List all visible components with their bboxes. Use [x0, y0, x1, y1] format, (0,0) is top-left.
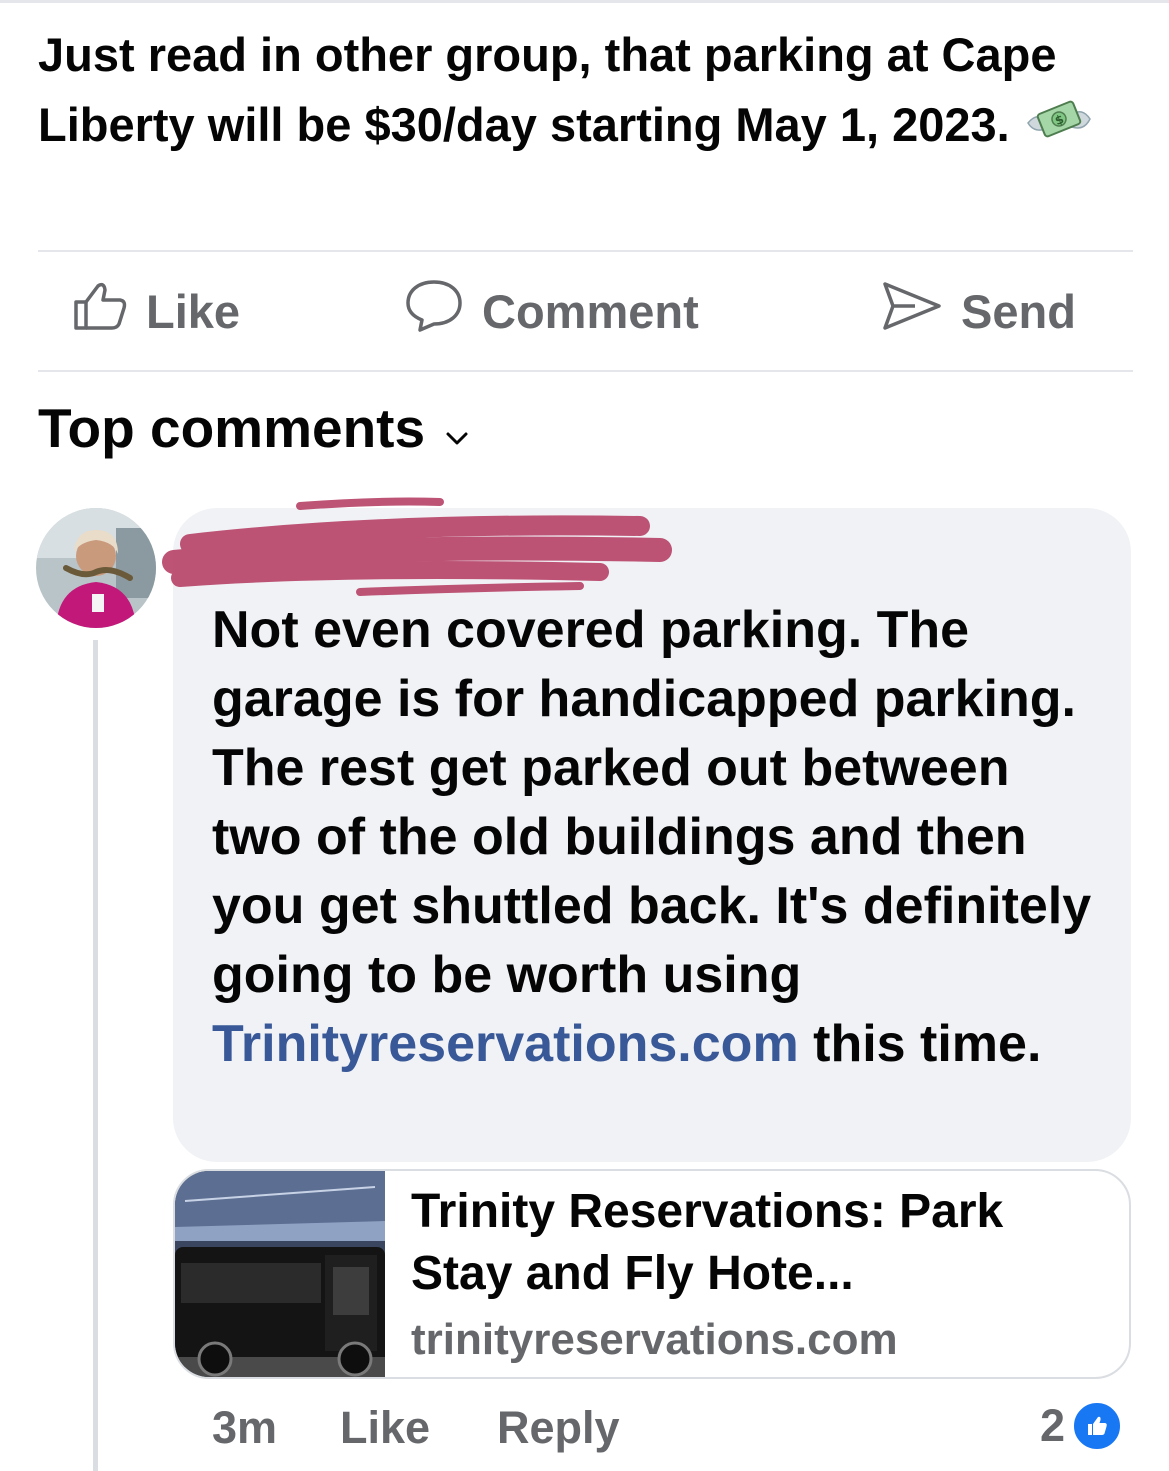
comment-timestamp: 3m — [212, 1402, 278, 1453]
post-body: Just read in other group, that parking a… — [38, 28, 1057, 151]
link-preview-domain: trinityreservations.com — [411, 1315, 898, 1364]
send-icon — [881, 278, 961, 345]
comments-sort-dropdown[interactable]: Top comments — [38, 396, 469, 460]
post-actions: Like Comment Send — [38, 252, 1133, 370]
comments-sort-label: Top comments — [38, 397, 426, 459]
comment-reply-button[interactable]: Reply — [497, 1398, 620, 1458]
comment-body: Not even covered parking. The garage is … — [212, 601, 1092, 1004]
comment-body-end: this time. — [798, 1015, 1042, 1073]
link-preview-card[interactable]: Trinity Reservations: Park Stay and Fly … — [173, 1169, 1131, 1379]
send-button[interactable]: Send — [881, 252, 1076, 370]
link-preview-title: Trinity Reservations: Park Stay and Fly … — [411, 1185, 1004, 1300]
chevron-down-icon — [425, 396, 469, 460]
like-button[interactable]: Like — [72, 252, 240, 370]
reaction-count: 2 — [1040, 1400, 1066, 1451]
comment-like-button[interactable]: Like — [340, 1398, 430, 1458]
comment-reactions[interactable]: 2 — [1040, 1396, 1124, 1456]
comment-text: Not even covered parking. The garage is … — [212, 596, 1112, 1079]
top-divider — [0, 0, 1169, 3]
post-text: Just read in other group, that parking a… — [38, 20, 1138, 164]
link-preview-thumbnail — [175, 1171, 385, 1377]
comment-button[interactable]: Comment — [404, 252, 699, 370]
thumbs-up-icon — [72, 280, 146, 343]
send-label: Send — [961, 284, 1076, 338]
like-label: Like — [146, 284, 241, 338]
actions-bottom-divider — [38, 370, 1133, 372]
comment-link[interactable]: Trinityreservations.com — [212, 1015, 799, 1073]
like-reaction-icon — [1071, 1400, 1124, 1452]
reply-thread-line — [93, 640, 98, 1471]
commenter-avatar[interactable] — [36, 508, 156, 628]
comment-label: Comment — [482, 284, 699, 338]
money-with-wings-icon: $ — [1024, 93, 1094, 164]
comment-icon — [404, 278, 482, 345]
